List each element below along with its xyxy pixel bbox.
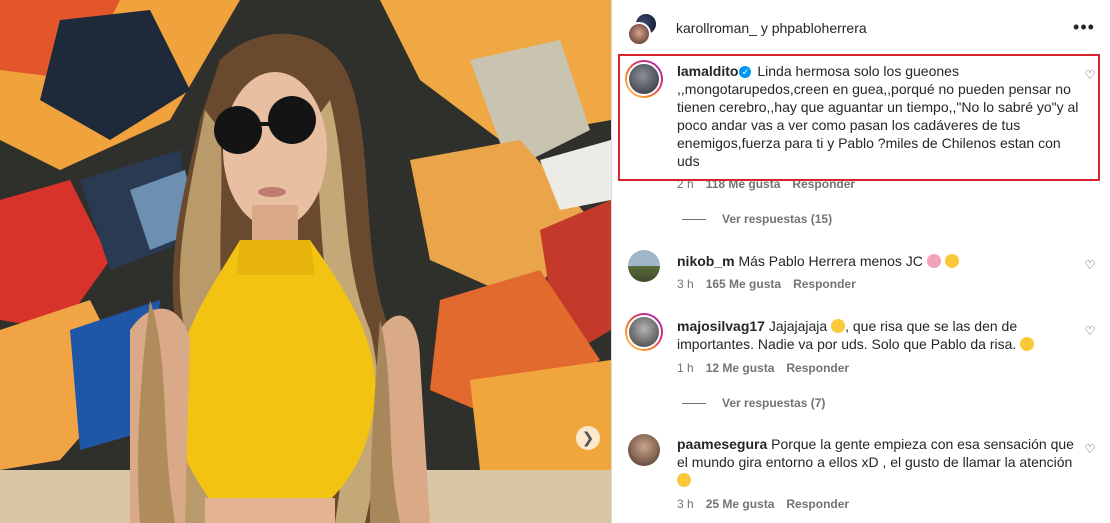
- avatar[interactable]: [625, 313, 663, 351]
- laughing-emoji-icon: [944, 254, 959, 268]
- avatar[interactable]: [625, 60, 663, 98]
- comment-likes[interactable]: 12 Me gusta: [706, 361, 775, 375]
- comment-time: 2 h: [677, 177, 694, 191]
- laughing-emoji-icon: [677, 473, 691, 487]
- comment-text: lamaldito ✓ Linda hermosa solo los gueone…: [677, 62, 1082, 170]
- comment-body: Más Pablo Herrera menos JC: [738, 253, 923, 269]
- comment-likes[interactable]: 165 Me gusta: [706, 277, 781, 291]
- post-authors[interactable]: karollroman_ y phpabloherrera: [676, 20, 867, 36]
- comment-meta: 1 h 12 Me gusta Responder: [677, 361, 849, 375]
- heart-icon[interactable]: ♡: [1083, 68, 1097, 82]
- comment-meta: 3 h 25 Me gusta Responder: [677, 497, 849, 511]
- comment-time: 1 h: [677, 361, 694, 375]
- comment-time: 3 h: [677, 277, 694, 291]
- laughing-emoji-icon: [1020, 337, 1035, 351]
- replies-line: [682, 218, 706, 220]
- post-photo[interactable]: ❯: [0, 0, 611, 523]
- reply-button[interactable]: Responder: [793, 277, 856, 291]
- post-header: karollroman_ y phpabloherrera •••: [612, 0, 1110, 55]
- view-replies-button[interactable]: Ver respuestas (15): [682, 212, 832, 226]
- comment-meta: 3 h 165 Me gusta Responder: [677, 277, 856, 291]
- avatar[interactable]: [628, 434, 660, 466]
- rolling-laughing-emoji-icon: [831, 319, 846, 333]
- chevron-right-icon: ❯: [581, 430, 595, 447]
- view-replies-label: Ver respuestas (7): [722, 396, 826, 410]
- comments-panel: karollroman_ y phpabloherrera ••• lamald…: [612, 0, 1110, 523]
- avatar[interactable]: [628, 250, 660, 282]
- comment-username[interactable]: nikob_m: [677, 253, 735, 269]
- verified-icon: ✓: [739, 66, 752, 78]
- comment-body-start: Jajajajaja: [768, 318, 828, 334]
- reply-button[interactable]: Responder: [792, 177, 855, 191]
- replies-line: [682, 402, 706, 404]
- comment-username[interactable]: majosilvag17: [677, 318, 765, 334]
- photo-illustration: [0, 0, 611, 523]
- comment-text: majosilvag17 Jajajajaja , que risa que s…: [677, 317, 1082, 353]
- heart-icon[interactable]: ♡: [1083, 258, 1097, 272]
- heart-icon[interactable]: ♡: [1083, 324, 1097, 338]
- comment-text: paamesegura Porque la gente empieza con …: [677, 435, 1082, 489]
- avatar[interactable]: [627, 22, 651, 46]
- view-replies-label: Ver respuestas (15): [722, 212, 833, 226]
- comment-likes[interactable]: 25 Me gusta: [706, 497, 775, 511]
- heart-icon[interactable]: ♡: [1083, 442, 1097, 456]
- author-avatars[interactable]: [627, 12, 661, 46]
- view-replies-button[interactable]: Ver respuestas (7): [682, 396, 825, 410]
- pig-face-icon: [926, 254, 941, 268]
- reply-button[interactable]: Responder: [786, 497, 849, 511]
- reply-button[interactable]: Responder: [786, 361, 849, 375]
- next-arrow-button[interactable]: ❯: [576, 426, 600, 450]
- comment-username[interactable]: lamaldito: [677, 63, 738, 79]
- more-options-icon[interactable]: •••: [1072, 16, 1096, 40]
- comment-meta: 2 h 118 Me gusta Responder: [677, 177, 855, 191]
- comment-time: 3 h: [677, 497, 694, 511]
- comment-username[interactable]: paamesegura: [677, 436, 767, 452]
- comment-text: nikob_m Más Pablo Herrera menos JC: [677, 252, 1082, 270]
- comment-likes[interactable]: 118 Me gusta: [706, 177, 781, 191]
